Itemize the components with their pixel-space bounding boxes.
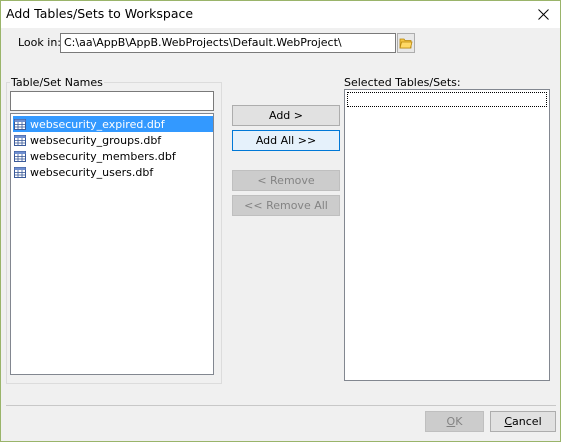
look-in-label: Look in: [18,36,61,49]
add-all-button[interactable]: Add All >> [232,130,340,151]
remove-all-button[interactable]: << Remove All [232,195,340,216]
table-icon [14,134,26,146]
list-item[interactable]: websecurity_members.dbf [13,148,213,164]
selected-tables-list[interactable] [344,89,550,381]
ok-button[interactable]: OK [425,411,484,432]
list-item[interactable]: websecurity_expired.dbf [13,116,213,132]
add-button[interactable]: Add > [232,105,340,126]
window-title: Add Tables/Sets to Workspace [6,6,194,21]
ok-button-label: OK [446,415,463,428]
table-icon [14,118,26,130]
list-item[interactable]: websecurity_users.dbf [13,164,213,180]
dialog-window: Add Tables/Sets to Workspace Look in: C:… [0,0,561,442]
look-in-path-text: C:\aa\AppB\AppB.WebProjects\Default.WebP… [64,36,342,49]
table-names-label: Table/Set Names [10,76,104,89]
title-bar: Add Tables/Sets to Workspace [1,1,560,28]
footer-divider [6,405,556,406]
look-in-path-field[interactable]: C:\aa\AppB\AppB.WebProjects\Default.WebP… [60,33,396,53]
list-item-label: websecurity_users.dbf [30,165,154,179]
list-item-label: websecurity_groups.dbf [30,133,162,147]
remove-button[interactable]: < Remove [232,170,340,191]
list-item-label: websecurity_expired.dbf [28,116,167,132]
remove-button-label: < Remove [257,174,315,187]
table-names-list[interactable]: websecurity_expired.dbf websecurity_grou… [10,113,214,375]
focus-rectangle [347,92,547,107]
table-icon [14,166,26,178]
cancel-button-label: Cancel [504,415,542,428]
close-button[interactable] [526,1,560,28]
cancel-button[interactable]: Cancel [490,411,556,432]
table-filter-input[interactable] [10,91,214,111]
list-item-label: websecurity_members.dbf [30,149,176,163]
browse-folder-button[interactable] [397,33,415,53]
add-button-label: Add > [268,109,303,122]
table-icon [14,150,26,162]
folder-open-icon [399,38,413,49]
add-all-button-label: Add All >> [255,134,317,147]
close-icon [537,9,549,20]
remove-all-button-label: << Remove All [244,199,328,212]
list-item[interactable]: websecurity_groups.dbf [13,132,213,148]
selected-tables-label: Selected Tables/Sets: [344,76,461,89]
